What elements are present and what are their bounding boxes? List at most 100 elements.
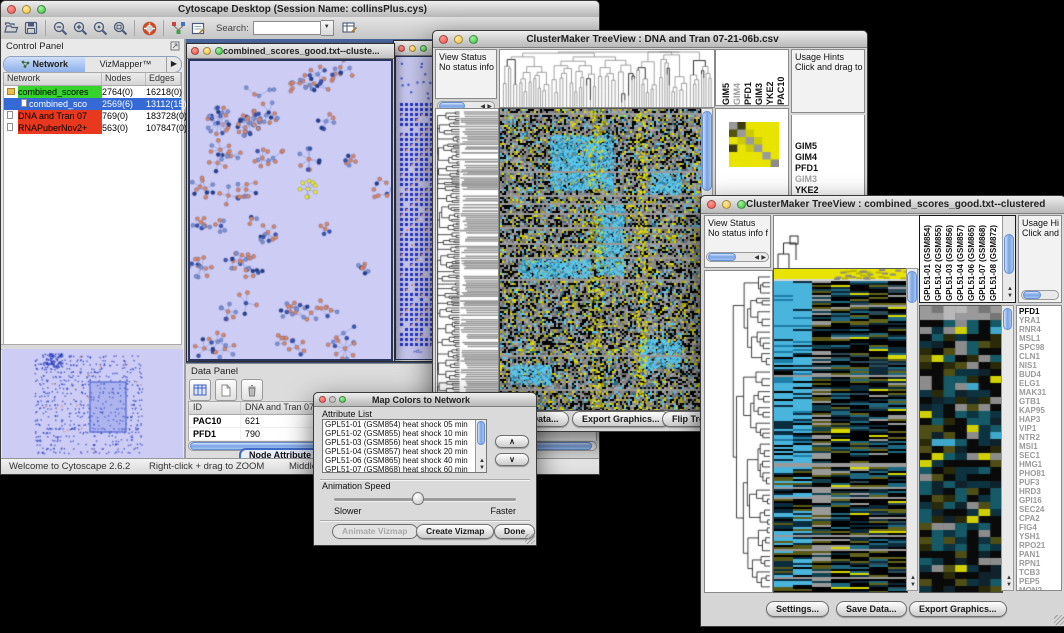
close-icon[interactable]	[707, 200, 716, 209]
vscrollbar-thumb[interactable]	[907, 271, 917, 303]
row-dendrogram-canvas[interactable]	[435, 108, 499, 411]
listbox-vscrollbar[interactable]: ▲ ▼	[475, 420, 486, 472]
gene-label[interactable]: RPN1	[1019, 559, 1061, 568]
gene-label[interactable]: MSI1	[1019, 442, 1061, 451]
scroll-up-icon[interactable]: ▲	[1006, 575, 1012, 581]
attribute-list-item[interactable]: GPL51-06 (GSM865) heat shock 40 min	[323, 456, 475, 465]
save-data-button[interactable]: Save Data...	[836, 601, 907, 617]
minimize-icon[interactable]	[22, 5, 31, 14]
column-label[interactable]: GPL51-02 (GSM855)	[934, 217, 944, 301]
network-table-row[interactable]: RNAPuberNov2+ 563(0) 107847(0)	[4, 122, 181, 134]
column-label[interactable]: PFD1	[743, 50, 753, 105]
gene-label[interactable]: KAP95	[1019, 406, 1061, 415]
gene-label[interactable]: YRA1	[1019, 316, 1061, 325]
speed-slider-track[interactable]	[334, 498, 516, 501]
zoom-window-icon[interactable]	[339, 396, 346, 403]
minimize-icon[interactable]	[722, 200, 731, 209]
zoom-window-icon[interactable]	[737, 200, 746, 209]
scroll-up-icon[interactable]: ▲	[910, 575, 916, 581]
network-table-row[interactable]: DNA and Tran 07 769(0) 183728(0)	[4, 110, 181, 122]
resize-grip[interactable]	[525, 534, 535, 544]
column-label[interactable]: PAC10	[776, 50, 786, 105]
gene-label[interactable]: HAP3	[1019, 415, 1061, 424]
help-button[interactable]	[139, 19, 159, 37]
gene-label[interactable]: SEC24	[1019, 505, 1061, 514]
column-label[interactable]: GPL51-04 (GSM857)	[956, 217, 966, 301]
scroll-down-icon[interactable]: ▼	[1007, 293, 1013, 299]
zoom-out-button[interactable]	[50, 19, 70, 37]
network-view-canvas[interactable]	[188, 59, 393, 361]
gene-label[interactable]: GIM4	[795, 152, 864, 163]
gene-label[interactable]: PEP5	[1019, 577, 1061, 586]
minimize-icon[interactable]	[329, 396, 336, 403]
network-view-window[interactable]: combined_scores_good.txt--cluste...	[186, 43, 395, 362]
save-session-button[interactable]	[21, 19, 41, 37]
gene-label[interactable]: HRD3	[1019, 487, 1061, 496]
tab-overflow-arrow[interactable]: ▶	[166, 57, 181, 72]
column-label[interactable]: GPL51-06 (GSM865)	[967, 217, 977, 301]
zoom-selected-button[interactable]	[90, 19, 110, 37]
gene-label[interactable]: SPC98	[1019, 343, 1061, 352]
zoom-window-icon[interactable]	[215, 47, 223, 55]
network-table-row[interactable]: combined_sco 2569(6) 13112(15)	[4, 98, 181, 110]
zoom-heatmap-canvas[interactable]	[919, 305, 1003, 593]
delete-attribute-button[interactable]	[241, 379, 263, 401]
column-label[interactable]: GIM3	[754, 50, 764, 105]
close-icon[interactable]	[7, 5, 16, 14]
search-input[interactable]	[253, 21, 321, 35]
zoom-window-icon[interactable]	[420, 45, 427, 52]
open-session-button[interactable]	[1, 19, 21, 37]
close-icon[interactable]	[398, 45, 405, 52]
attribute-listbox[interactable]: GPL51-01 (GSM854) heat shock 05 minGPL51…	[322, 419, 487, 473]
close-icon[interactable]	[319, 396, 326, 403]
column-dendrogram-canvas[interactable]	[499, 49, 715, 108]
heatmap-canvas[interactable]	[499, 108, 703, 411]
network-table-header[interactable]: Network Nodes Edges	[4, 73, 181, 86]
gene-label[interactable]: GPI16	[1019, 496, 1061, 505]
minimize-icon[interactable]	[409, 45, 416, 52]
gene-label[interactable]: NTR2	[1019, 433, 1061, 442]
speed-slider-thumb[interactable]	[412, 492, 424, 505]
move-down-button[interactable]: ∨	[495, 453, 529, 466]
vscrollbar-thumb[interactable]	[477, 421, 485, 445]
column-label[interactable]: GPL51-08 (GSM872)	[989, 217, 999, 301]
attribute-list-item[interactable]: GPL51-07 (GSM868) heat shock 60 min	[323, 465, 475, 473]
select-attributes-button[interactable]	[189, 379, 211, 401]
usage-hints-hscrollbar[interactable]	[1021, 290, 1059, 300]
gene-label[interactable]: VIP1	[1019, 424, 1061, 433]
scroll-down-icon[interactable]: ▼	[1006, 582, 1012, 588]
column-label[interactable]: GPL51-03 (GSM856)	[945, 217, 955, 301]
dialog-titlebar[interactable]: Map Colors to Network	[314, 393, 536, 407]
zoom-window-icon[interactable]	[37, 5, 46, 14]
zoom-in-button[interactable]	[70, 19, 90, 37]
gene-label[interactable]: YSH1	[1019, 532, 1061, 541]
gene-label[interactable]: GTB1	[1019, 397, 1061, 406]
resize-grip[interactable]	[1054, 615, 1064, 625]
vscrollbar-thumb[interactable]	[702, 111, 712, 191]
gene-label[interactable]: PFD1	[1019, 307, 1061, 316]
gene-label[interactable]: GIM5	[795, 141, 864, 152]
scroll-up-icon[interactable]: ▲	[479, 458, 485, 464]
gene-label[interactable]: NIS1	[1019, 361, 1061, 370]
gene-label[interactable]: RPO21	[1019, 541, 1061, 550]
gene-label[interactable]: GIM3	[795, 174, 864, 185]
cluster-thumbnail-canvas[interactable]	[729, 122, 779, 167]
network-view-titlebar[interactable]: combined_scores_good.txt--cluste...	[187, 44, 394, 59]
tab-network[interactable]: Network	[4, 57, 85, 72]
vscrollbar-thumb[interactable]	[1004, 234, 1014, 274]
minimize-icon[interactable]	[203, 47, 211, 55]
gene-label[interactable]: BUD4	[1019, 370, 1061, 379]
column-dendrogram-canvas[interactable]	[773, 215, 920, 270]
attribute-list-item[interactable]: GPL51-03 (GSM856) heat shock 15 min	[323, 438, 475, 447]
gene-label[interactable]: RNR4	[1019, 325, 1061, 334]
new-attribute-button[interactable]	[215, 379, 237, 401]
column-label[interactable]: YKE2	[765, 50, 775, 105]
view-status-hscrollbar[interactable]: ◀ ▶	[706, 252, 769, 262]
gene-label[interactable]: CLN1	[1019, 352, 1061, 361]
annotation-button[interactable]	[188, 19, 208, 37]
settings-button[interactable]: Settings...	[766, 601, 829, 617]
gene-label[interactable]: MSL1	[1019, 334, 1061, 343]
row-dendrogram-canvas[interactable]	[704, 270, 773, 593]
hscrollbar-thumb[interactable]	[1023, 291, 1041, 299]
gene-label[interactable]: PHO81	[1019, 469, 1061, 478]
